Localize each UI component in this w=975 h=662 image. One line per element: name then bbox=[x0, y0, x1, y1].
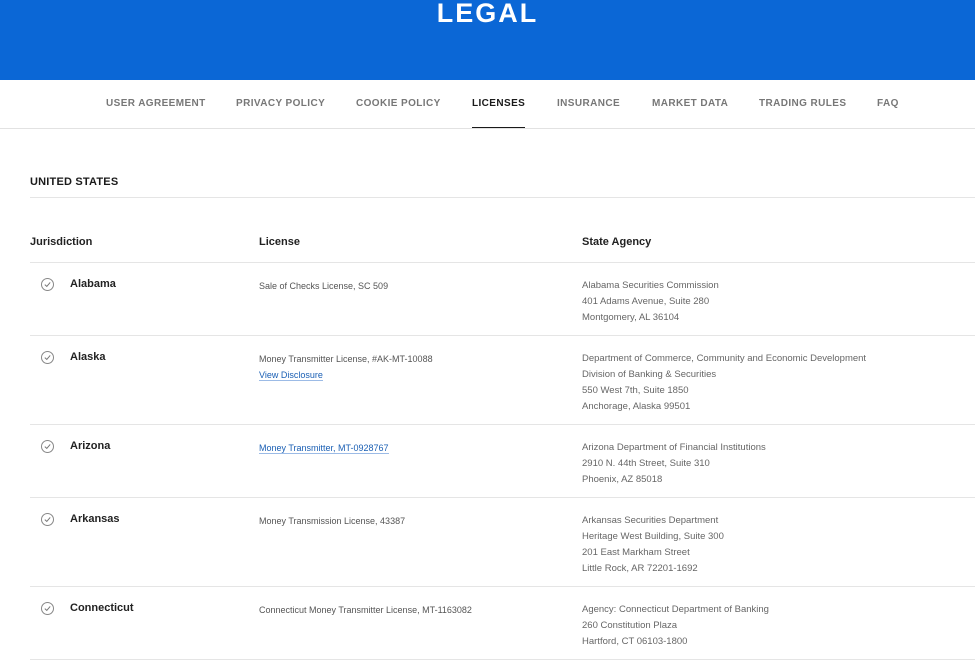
view-disclosure-link[interactable]: View Disclosure bbox=[259, 370, 323, 381]
agency-line: 201 East Markham Street bbox=[582, 547, 690, 558]
agency-line: Arkansas Securities Department bbox=[582, 515, 719, 526]
license-text: Connecticut Money Transmitter License, M… bbox=[259, 605, 472, 615]
license-text: Sale of Checks License, SC 509 bbox=[259, 281, 389, 291]
agency-line: Heritage West Building, Suite 300 bbox=[582, 531, 724, 542]
page-title: LEGAL bbox=[436, 0, 539, 28]
agency-line: Department of Commerce, Community and Ec… bbox=[582, 353, 867, 364]
license-info: Money Transmitter, MT-0928767 bbox=[259, 440, 389, 456]
section-title: UNITED STATES bbox=[30, 176, 119, 188]
check-circle-icon bbox=[41, 278, 54, 291]
state-agency: Arkansas Securities Department Heritage … bbox=[582, 513, 724, 577]
tab-cookie-policy[interactable]: COOKIE POLICY bbox=[356, 98, 441, 110]
tab-licenses[interactable]: LICENSES bbox=[472, 98, 526, 128]
agency-line: 550 West 7th, Suite 1850 bbox=[582, 385, 689, 396]
agency-line: Montgomery, AL 36104 bbox=[582, 312, 680, 323]
tab-user-agreement[interactable]: USER AGREEMENT bbox=[106, 98, 206, 110]
jurisdiction-name: Connecticut bbox=[70, 602, 134, 614]
table-row: Alaska Money Transmitter License, #AK-MT… bbox=[30, 336, 975, 425]
agency-line: Little Rock, AR 72201-1692 bbox=[582, 563, 698, 574]
check-circle-icon bbox=[41, 351, 54, 364]
tab-insurance[interactable]: INSURANCE bbox=[557, 98, 620, 110]
agency-line: Anchorage, Alaska 99501 bbox=[582, 401, 691, 412]
table-row: Arkansas Money Transmission License, 433… bbox=[30, 498, 975, 587]
jurisdiction-name: Arkansas bbox=[70, 513, 120, 525]
license-info: Money Transmission License, 43387 bbox=[259, 513, 405, 529]
agency-line: Arizona Department of Financial Institut… bbox=[582, 442, 766, 453]
state-agency: Alabama Securities Commission 401 Adams … bbox=[582, 278, 719, 326]
state-agency: Agency: Connecticut Department of Bankin… bbox=[582, 602, 769, 650]
jurisdiction-name: Alaska bbox=[70, 351, 106, 363]
license-info: Connecticut Money Transmitter License, M… bbox=[259, 602, 472, 618]
check-circle-icon bbox=[41, 602, 54, 615]
agency-line: 2910 N. 44th Street, Suite 310 bbox=[582, 458, 710, 469]
tab-faq[interactable]: FAQ bbox=[877, 98, 899, 110]
state-agency: Department of Commerce, Community and Ec… bbox=[582, 351, 866, 415]
column-header-license: License bbox=[259, 236, 300, 248]
agency-line: 260 Constitution Plaza bbox=[582, 620, 678, 631]
license-info: Sale of Checks License, SC 509 bbox=[259, 278, 388, 294]
agency-line: Phoenix, AZ 85018 bbox=[582, 474, 663, 485]
column-header-state-agency: State Agency bbox=[582, 236, 652, 248]
agency-line: 401 Adams Avenue, Suite 280 bbox=[582, 296, 710, 307]
agency-line: Alabama Securities Commission bbox=[582, 280, 719, 291]
table-row: Alabama Sale of Checks License, SC 509 A… bbox=[30, 263, 975, 336]
column-header-jurisdiction: Jurisdiction bbox=[30, 236, 93, 248]
tab-trading-rules[interactable]: TRADING RULES bbox=[759, 98, 846, 110]
divider bbox=[30, 197, 975, 198]
tab-market-data[interactable]: MARKET DATA bbox=[652, 98, 728, 110]
license-text: Money Transmission License, 43387 bbox=[259, 516, 406, 526]
table-row: Arizona Money Transmitter, MT-0928767 Ar… bbox=[30, 425, 975, 498]
license-text: Money Transmitter License, #AK-MT-10088 bbox=[259, 354, 433, 364]
table-row: Connecticut Connecticut Money Transmitte… bbox=[30, 587, 975, 660]
agency-line: Division of Banking & Securities bbox=[582, 369, 717, 380]
check-circle-icon bbox=[41, 440, 54, 453]
jurisdiction-name: Arizona bbox=[70, 440, 111, 452]
tab-privacy-policy[interactable]: PRIVACY POLICY bbox=[236, 98, 325, 110]
agency-line: Hartford, CT 06103-1800 bbox=[582, 636, 688, 647]
state-agency: Arizona Department of Financial Institut… bbox=[582, 440, 766, 488]
license-info: Money Transmitter License, #AK-MT-10088 … bbox=[259, 351, 433, 383]
license-link[interactable]: Money Transmitter, MT-0928767 bbox=[259, 443, 389, 454]
agency-line: Agency: Connecticut Department of Bankin… bbox=[582, 604, 769, 615]
legal-tabs: USER AGREEMENT PRIVACY POLICY COOKIE POL… bbox=[0, 80, 975, 129]
check-circle-icon bbox=[41, 513, 54, 526]
page-header: LEGAL bbox=[0, 0, 975, 80]
jurisdiction-name: Alabama bbox=[70, 278, 116, 290]
